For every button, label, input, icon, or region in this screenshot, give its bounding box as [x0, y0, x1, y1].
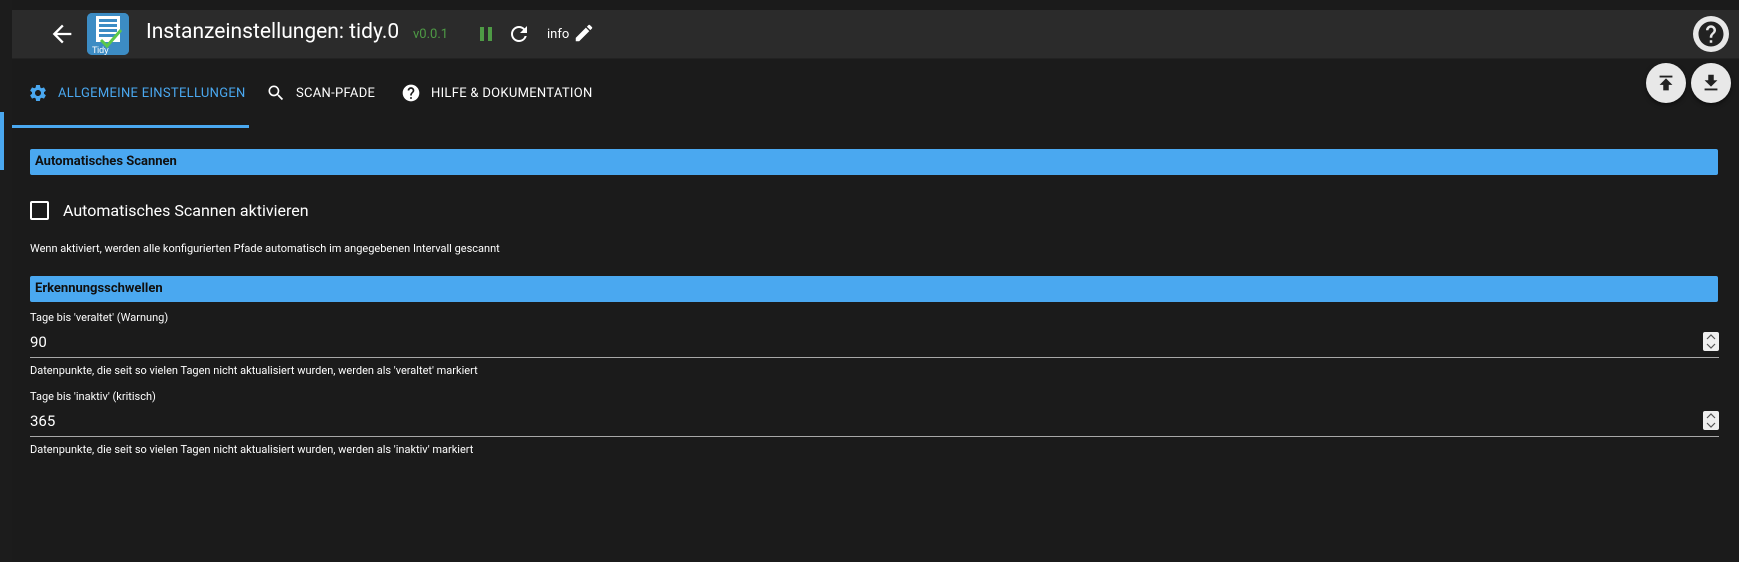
tab-general-settings[interactable]: ALLGEMEINE EINSTELLUNGEN	[28, 58, 246, 128]
tab-bar: ALLGEMEINE EINSTELLUNGEN SCAN-PFADE HILF…	[12, 58, 1612, 128]
tab-scan-paths[interactable]: SCAN-PFADE	[266, 58, 375, 128]
search-icon	[268, 85, 284, 101]
inactive-days-spinner[interactable]	[1703, 411, 1719, 430]
edit-log-level-button[interactable]	[573, 22, 595, 44]
active-tab-indicator	[12, 125, 249, 128]
tidy-logo-icon: Tidy	[87, 13, 129, 55]
help-circle-icon	[1698, 21, 1724, 47]
spinner-arrows-icon	[1706, 413, 1716, 428]
refresh-icon	[511, 26, 527, 42]
stale-days-field	[30, 327, 1719, 358]
auto-scan-checkbox-label: Automatisches Scannen aktivieren	[63, 201, 309, 220]
help-circle-icon	[402, 84, 420, 102]
section-header-thresholds: Erkennungsschwellen	[30, 276, 1718, 302]
app-logo: Tidy	[87, 13, 129, 55]
tab-label: SCAN-PFADE	[296, 85, 376, 101]
auto-scan-checkbox[interactable]	[30, 201, 49, 220]
logo-text: Tidy	[92, 45, 109, 55]
auto-scan-help-text: Wenn aktiviert, werden alle konfiguriert…	[30, 242, 500, 255]
stale-days-spinner[interactable]	[1703, 332, 1719, 351]
arrow-left-icon	[52, 24, 72, 44]
auto-scan-checkbox-row[interactable]: Automatisches Scannen aktivieren	[30, 201, 309, 220]
log-level-label: info	[547, 27, 570, 42]
inactive-days-input[interactable]	[30, 410, 1630, 432]
tab-label: HILFE & DOKUMENTATION	[431, 85, 593, 101]
app-header: Tidy Instanzeinstellungen: tidy.0 v0.0.1…	[12, 10, 1739, 59]
download-config-button[interactable]	[1691, 63, 1731, 103]
reload-button[interactable]	[507, 22, 531, 46]
upload-config-button[interactable]	[1646, 63, 1686, 103]
pause-button[interactable]	[474, 22, 498, 46]
left-sidebar-accent	[0, 112, 4, 170]
upload-icon	[1659, 75, 1673, 91]
tab-label: ALLGEMEINE EINSTELLUNGEN	[58, 85, 246, 101]
stale-days-input[interactable]	[30, 331, 1630, 353]
back-button[interactable]	[48, 20, 76, 48]
download-icon	[1704, 74, 1718, 91]
left-sidebar-strip	[0, 0, 12, 562]
help-button[interactable]	[1693, 16, 1729, 52]
gear-icon	[30, 85, 46, 101]
stale-days-help-text: Datenpunkte, die seit so vielen Tagen ni…	[30, 364, 478, 377]
stale-days-label: Tage bis 'veraltet' (Warnung)	[30, 311, 169, 324]
inactive-days-field	[30, 406, 1719, 437]
version-label: v0.0.1	[413, 27, 449, 42]
inactive-days-help-text: Datenpunkte, die seit so vielen Tagen ni…	[30, 443, 474, 456]
page-title: Instanzeinstellungen: tidy.0	[146, 20, 400, 44]
inactive-days-label: Tage bis 'inaktiv' (kritisch)	[30, 390, 156, 403]
section-header-auto-scan: Automatisches Scannen	[30, 149, 1718, 175]
pause-icon	[480, 27, 492, 41]
spinner-arrows-icon	[1706, 334, 1716, 349]
pencil-icon	[575, 24, 593, 42]
tab-help-documentation[interactable]: HILFE & DOKUMENTATION	[401, 58, 593, 128]
